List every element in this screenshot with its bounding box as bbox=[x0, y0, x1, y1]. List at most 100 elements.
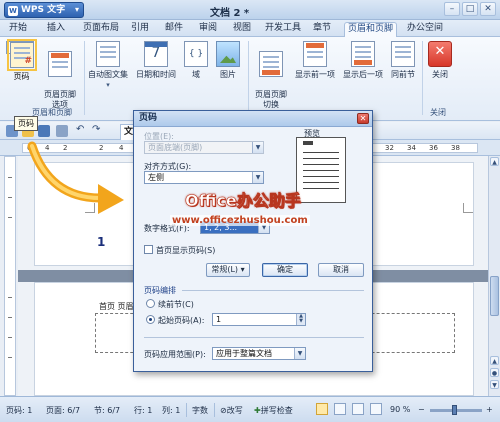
view-outline-icon[interactable] bbox=[352, 403, 364, 415]
tab-developer[interactable]: 开发工具 bbox=[262, 22, 304, 37]
status-section: 节: 6/7 bbox=[94, 406, 121, 415]
chevron-down-icon: ▾ bbox=[74, 5, 79, 14]
view-web-icon[interactable] bbox=[334, 403, 346, 415]
vertical-ruler[interactable] bbox=[4, 156, 16, 396]
position-select[interactable]: 页面底端(页脚) ▼ bbox=[144, 141, 264, 154]
apply-scope-select[interactable]: 应用于整篇文档 ▼ bbox=[212, 347, 306, 360]
preview-box bbox=[296, 137, 346, 203]
align-value: 左侧 bbox=[148, 173, 164, 182]
tab-mailings[interactable]: 邮件 bbox=[162, 22, 186, 37]
status-overwrite[interactable]: ⊘改写 bbox=[220, 405, 243, 416]
ribbon: 页码 页眉页脚 选项 自动图文集 ▾ 日期和时间 域 图片 页眉页脚 切换 显示… bbox=[0, 37, 500, 121]
preview-line bbox=[303, 176, 339, 177]
maximize-button[interactable]: □ bbox=[462, 2, 478, 16]
title-bar: W WPS 文字 ▾ 文档 2 * – □ ✕ bbox=[0, 0, 500, 20]
spellcheck-icon: ✚ bbox=[254, 406, 261, 415]
close-window-button[interactable]: ✕ bbox=[480, 2, 496, 16]
redo-icon[interactable]: ↷ bbox=[92, 125, 104, 137]
tab-office-space[interactable]: 办公空间 bbox=[404, 22, 446, 37]
margin-corner bbox=[463, 203, 473, 213]
header-footer-switch-button[interactable]: 页眉页脚 切换 bbox=[250, 41, 292, 110]
ok-button[interactable]: 确定 bbox=[262, 263, 308, 277]
zoom-slider-thumb[interactable] bbox=[452, 405, 457, 415]
auto-text-button[interactable]: 自动图文集 ▾ bbox=[86, 41, 130, 90]
status-word-count[interactable]: 字数 bbox=[192, 405, 208, 416]
field-button[interactable]: 域 bbox=[182, 41, 210, 80]
wps-logo-icon: W bbox=[8, 6, 18, 16]
page-number-button[interactable]: 页码 bbox=[6, 39, 37, 81]
dialog-title-text: 页码 bbox=[139, 113, 158, 123]
next-page-icon[interactable]: ▼ bbox=[490, 380, 499, 389]
tab-view[interactable]: 视图 bbox=[230, 22, 254, 37]
date-time-button[interactable]: 日期和时间 bbox=[134, 41, 178, 80]
vertical-scrollbar[interactable]: ▲ ▲ ● ▼ bbox=[488, 156, 500, 396]
save-icon[interactable] bbox=[38, 125, 50, 137]
minimize-button[interactable]: – bbox=[444, 2, 460, 16]
show-previous-button[interactable]: 显示前一项 bbox=[292, 41, 338, 80]
start-number-input[interactable]: 1 ▲ ▼ bbox=[212, 313, 306, 326]
print-icon[interactable] bbox=[56, 125, 68, 137]
same-as-previous-icon bbox=[391, 41, 415, 67]
first-page-checkbox[interactable] bbox=[144, 245, 153, 254]
show-next-button[interactable]: 显示后一项 bbox=[340, 41, 386, 80]
dialog-close-button[interactable]: ✕ bbox=[357, 113, 369, 124]
tab-references[interactable]: 引用 bbox=[128, 22, 152, 37]
tab-home[interactable]: 开始 bbox=[6, 22, 30, 37]
page-number-label: 页码 bbox=[13, 72, 30, 81]
page-number-dialog: 页码 ✕ 位置(E): 页面底端(页脚) ▼ 对齐方式(G): 左侧 ▼ 预览 … bbox=[133, 110, 373, 372]
select-browse-icon[interactable]: ● bbox=[490, 368, 499, 377]
tab-header-footer[interactable]: 页眉和页脚 bbox=[344, 22, 398, 37]
annotation-arrow-icon bbox=[27, 141, 124, 214]
status-page: 页码: 1 bbox=[6, 406, 33, 415]
same-as-previous-button[interactable]: 同前节 bbox=[388, 41, 418, 80]
view-read-icon[interactable] bbox=[370, 403, 382, 415]
watermark-brand: Office办公助手 bbox=[185, 191, 301, 211]
prev-page-icon[interactable]: ▲ bbox=[490, 356, 499, 365]
show-previous-label: 显示前一项 bbox=[295, 70, 335, 79]
scroll-up-icon[interactable]: ▲ bbox=[490, 157, 499, 166]
header-footer-options-button[interactable]: 页眉页脚 选项 bbox=[40, 41, 80, 110]
picture-button[interactable]: 图片 bbox=[214, 41, 242, 80]
spinner-icon[interactable]: ▲ ▼ bbox=[296, 314, 305, 325]
ruler-tick: 38 bbox=[451, 144, 460, 152]
tab-review[interactable]: 审阅 bbox=[196, 22, 220, 37]
preview-line bbox=[303, 188, 339, 189]
tab-sections[interactable]: 章节 bbox=[310, 22, 334, 37]
chevron-down-icon: ▼ bbox=[294, 348, 305, 359]
undo-icon[interactable]: ↶ bbox=[76, 125, 88, 137]
general-button[interactable]: 常规(L) ▾ bbox=[206, 263, 250, 277]
status-bar: 页码: 1 页面: 6/7 节: 6/7 行: 1 列: 1 字数 ⊘改写 ✚拼… bbox=[0, 396, 500, 422]
numbering-section-title: 页码编排 bbox=[144, 286, 176, 295]
status-spellcheck[interactable]: ✚拼写检查 bbox=[254, 405, 293, 416]
scroll-thumb[interactable] bbox=[490, 276, 499, 316]
document-title: 文档 2 * bbox=[210, 8, 250, 19]
zoom-out-icon[interactable]: − bbox=[418, 405, 425, 414]
app-menu-button[interactable]: W WPS 文字 ▾ bbox=[4, 2, 84, 18]
chevron-down-icon: ▼ bbox=[252, 142, 263, 153]
auto-text-icon bbox=[96, 41, 120, 67]
close-header-footer-button[interactable]: 关闭 bbox=[426, 41, 454, 80]
close-label: 关闭 bbox=[432, 70, 448, 79]
tab-page-layout[interactable]: 页面布局 bbox=[80, 22, 122, 37]
view-page-icon[interactable] bbox=[316, 403, 328, 415]
field-icon bbox=[184, 41, 208, 67]
same-as-previous-label: 同前节 bbox=[391, 70, 415, 79]
picture-label: 图片 bbox=[220, 70, 236, 79]
group-label-header-footer: 页眉和页脚 bbox=[32, 108, 72, 117]
ruler-tick: 32 bbox=[385, 144, 394, 152]
ruler-mark bbox=[8, 217, 12, 218]
tab-insert[interactable]: 插入 bbox=[44, 22, 68, 37]
ruler-mark bbox=[8, 317, 12, 318]
show-next-icon bbox=[351, 41, 375, 67]
start-at-radio[interactable] bbox=[146, 315, 155, 324]
status-pages: 页面: 6/7 bbox=[46, 406, 81, 415]
align-select[interactable]: 左侧 ▼ bbox=[144, 171, 264, 184]
page-number-icon bbox=[7, 39, 37, 71]
cancel-button[interactable]: 取消 bbox=[318, 263, 364, 277]
position-value: 页面底端(页脚) bbox=[148, 143, 203, 152]
apply-scope-label: 页码应用范围(P): bbox=[144, 350, 206, 359]
header-options-icon bbox=[48, 51, 72, 77]
header-footer-switch-label: 页眉页脚 切换 bbox=[255, 90, 287, 109]
zoom-in-icon[interactable]: + bbox=[486, 405, 493, 414]
continue-radio[interactable] bbox=[146, 299, 155, 308]
